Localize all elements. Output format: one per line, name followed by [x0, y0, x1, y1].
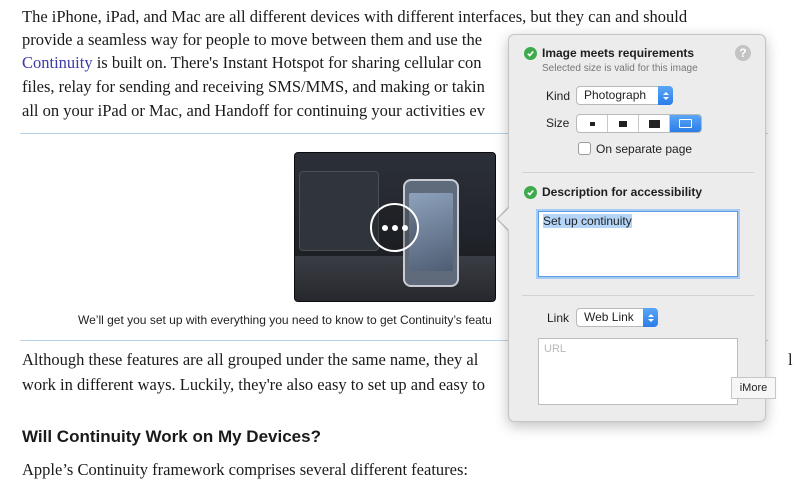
image-surface [295, 256, 495, 301]
size-full-button[interactable] [670, 115, 701, 132]
section-heading: Will Continuity Work on My Devices? [22, 427, 321, 446]
link-label: Link [547, 311, 570, 325]
separate-page-label: On separate page [596, 142, 693, 156]
url-input[interactable]: URL [538, 338, 738, 405]
size-small-button[interactable] [577, 115, 608, 132]
description-text: Set up continuity [543, 214, 632, 228]
article-line-1: The iPhone, iPad, and Mac are all differ… [22, 7, 688, 26]
size-medium-button[interactable] [608, 115, 639, 132]
dot-icon [381, 224, 388, 231]
separate-page-checkbox[interactable] [578, 142, 591, 155]
article-line-6: Although these features are all grouped … [22, 350, 479, 369]
select-arrows-icon [658, 86, 673, 105]
checkmark-icon [524, 186, 537, 199]
size-segmented-control [576, 114, 702, 133]
tooltip: iMore [731, 377, 776, 399]
image-laptop [299, 171, 379, 251]
requirements-title: Image meets requirements [542, 46, 695, 60]
more-options-button[interactable] [370, 203, 419, 252]
link-type-value: Web Link [584, 310, 634, 324]
kind-select-value: Photograph [584, 88, 647, 102]
size-label: Size [546, 116, 570, 130]
image-settings-popover: Image meets requirements Selected size i… [508, 34, 766, 422]
kind-label: Kind [546, 89, 571, 103]
image-caption: We’ll get you set up with everything you… [78, 313, 492, 327]
article-last-line: Apple’s Continuity framework comprises s… [22, 460, 468, 479]
dot-icon [391, 224, 398, 231]
article-line-5: all on your iPad or Mac, and Handoff for… [22, 101, 485, 120]
requirements-subtitle: Selected size is valid for this image [542, 63, 698, 74]
article-line-2: provide a seamless way for people to mov… [22, 30, 483, 49]
size-large-button[interactable] [639, 115, 670, 132]
popover-arrow-fill [498, 207, 510, 231]
article-line-3-rest: is built on. There's Instant Hotspot for… [92, 53, 482, 72]
article-line-6-end-fragment: l [788, 350, 793, 369]
link-type-select[interactable]: Web Link [576, 308, 658, 327]
article-line-4: files, relay for sending and receiving S… [22, 77, 485, 96]
help-icon[interactable]: ? [735, 45, 751, 61]
dot-icon [401, 224, 408, 231]
accessibility-title: Description for accessibility [542, 185, 703, 199]
size-small-icon [589, 121, 595, 126]
size-large-icon [648, 119, 660, 128]
continuity-link[interactable]: Continuity [22, 53, 93, 72]
article-line-3: Continuity is built on. There's Instant … [22, 52, 482, 74]
article-line-7: work in different ways. Luckily, they're… [22, 375, 486, 394]
section-divider [522, 172, 754, 173]
select-arrows-icon [643, 308, 658, 327]
size-medium-icon [619, 120, 627, 127]
kind-select[interactable]: Photograph [576, 86, 673, 105]
accessibility-description-field[interactable]: Set up continuity [538, 211, 738, 277]
size-full-icon [679, 119, 692, 128]
section-divider [522, 295, 754, 296]
checkmark-icon [524, 47, 537, 60]
